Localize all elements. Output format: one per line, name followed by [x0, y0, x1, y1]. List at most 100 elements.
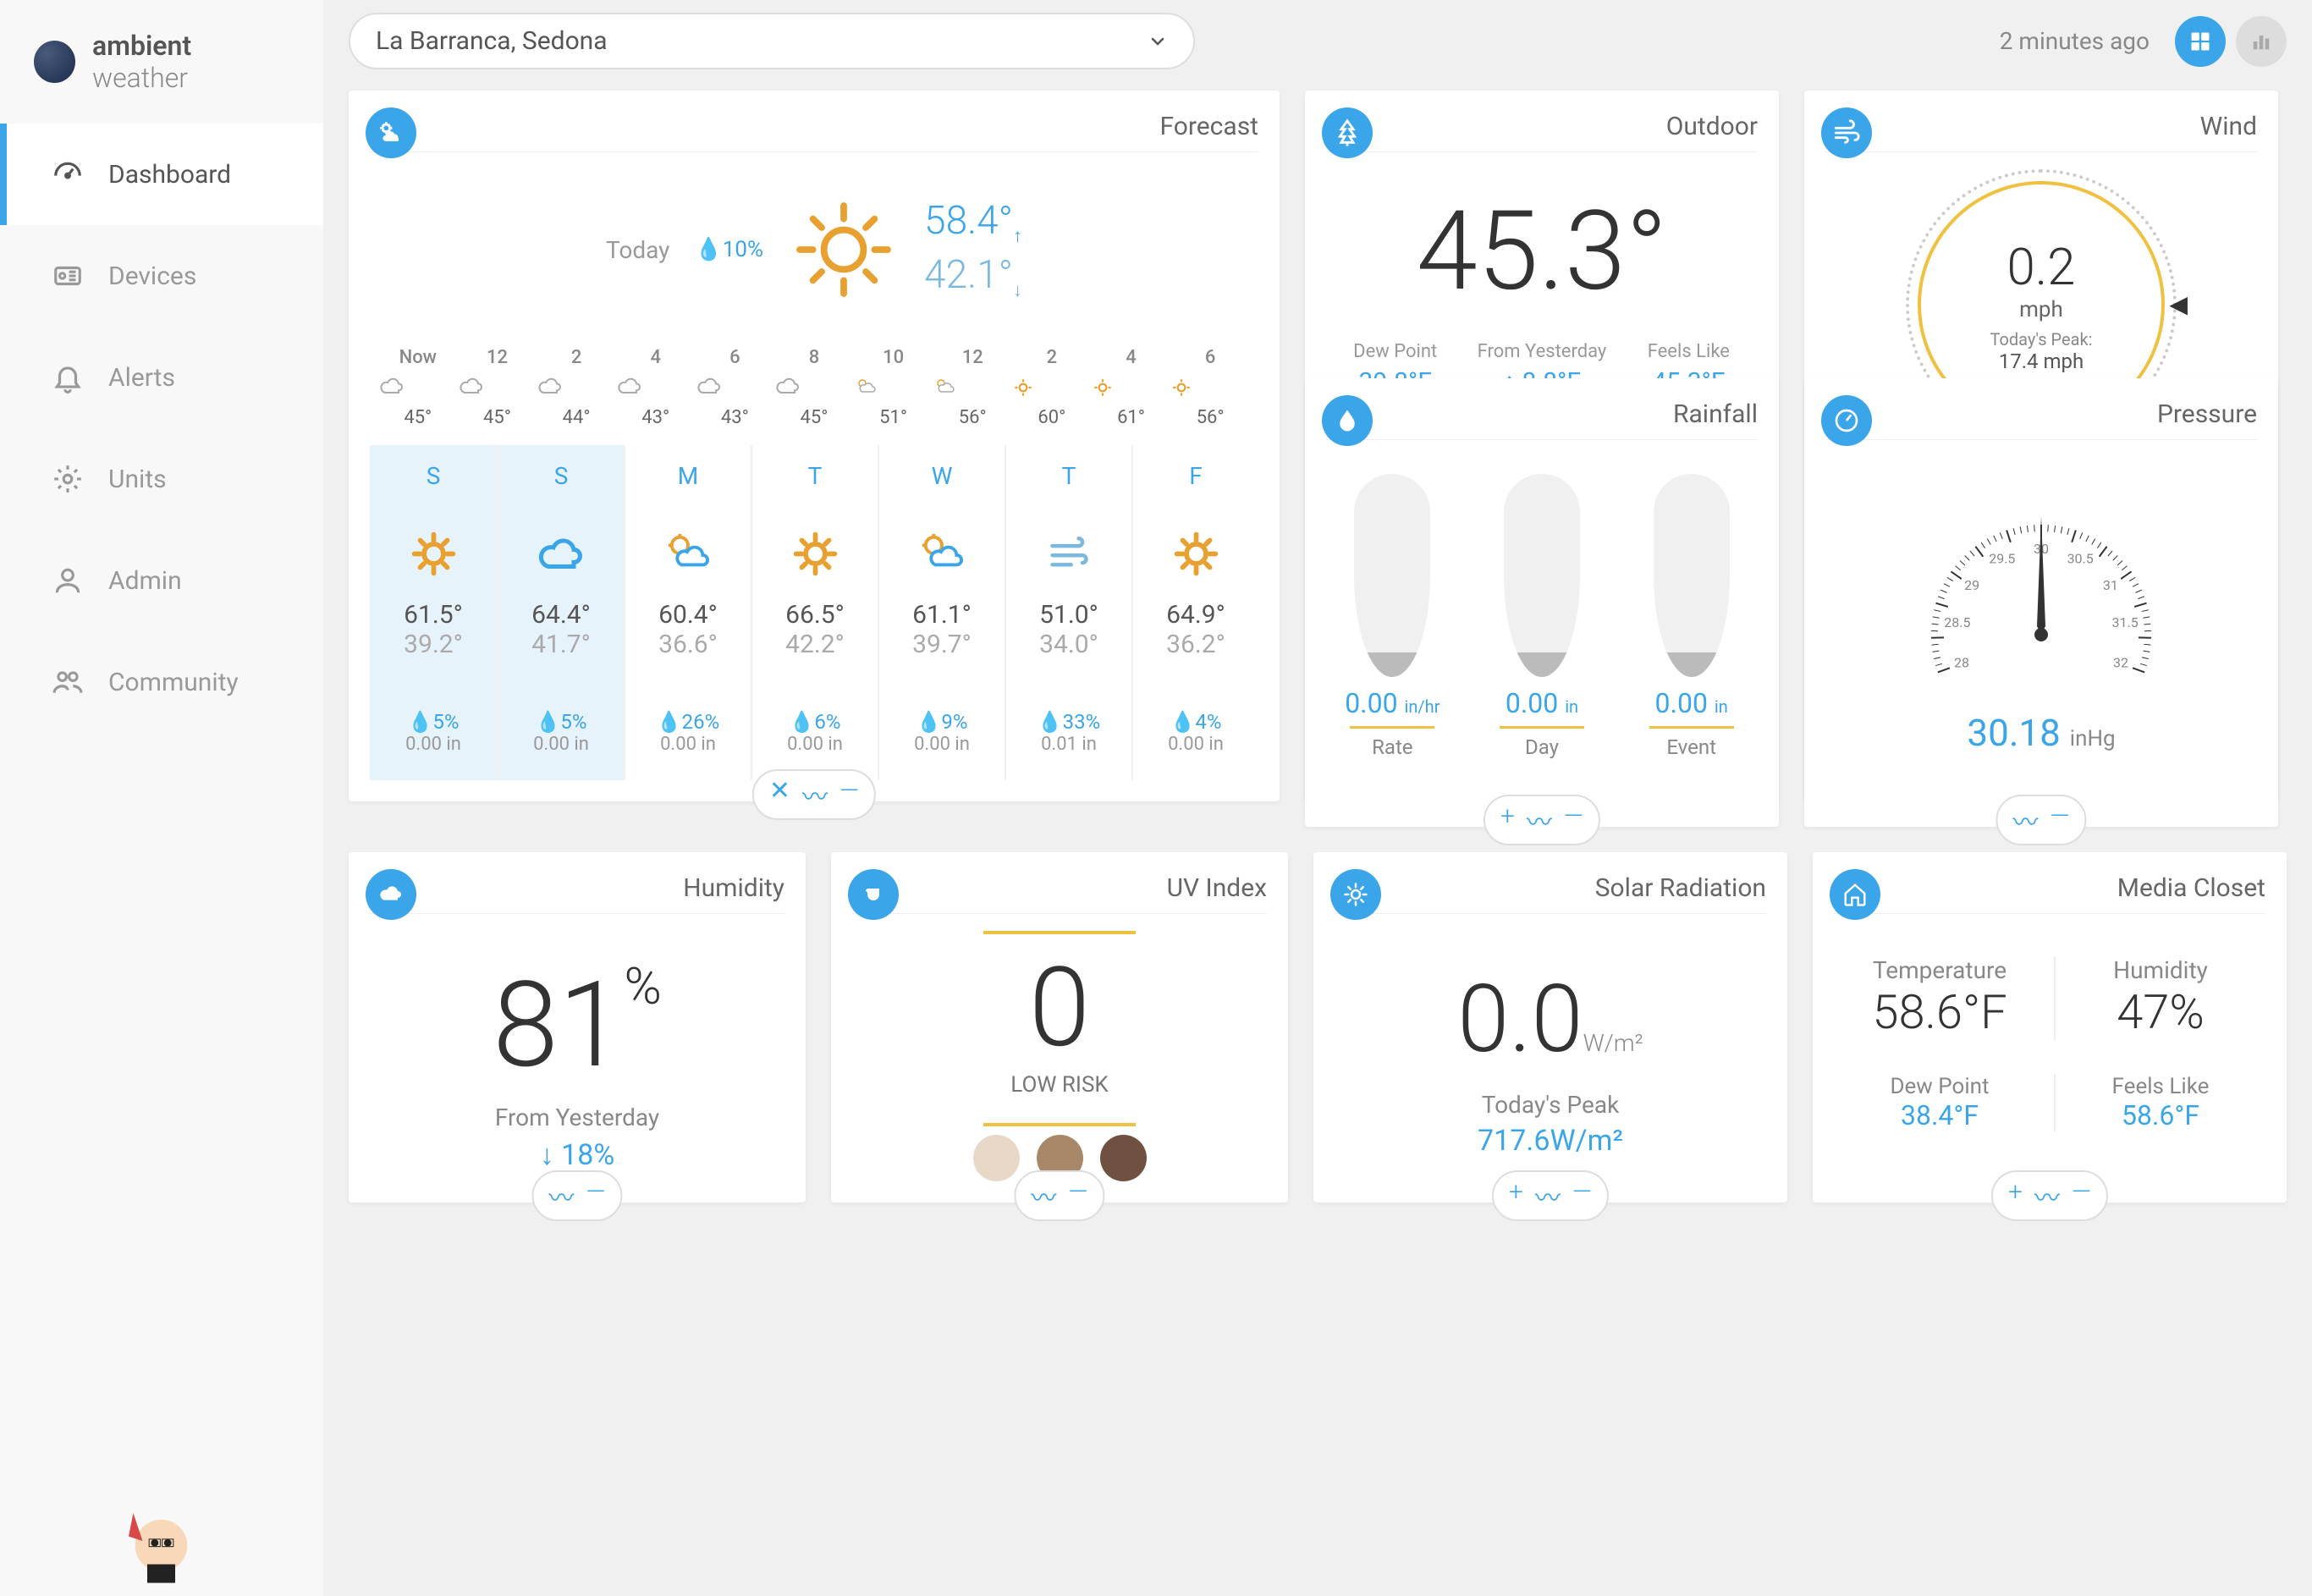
media-closet-card: Media Closet Temperature58.6°F Humidity4… — [1813, 852, 2287, 1203]
logo: ambient weather — [0, 0, 323, 124]
logo-icon — [34, 41, 75, 83]
location-value: La Barranca, Sedona — [376, 26, 608, 56]
avatar-icon[interactable] — [110, 1494, 203, 1588]
today-label: Today — [606, 236, 669, 264]
skin-tone-dot[interactable] — [1100, 1135, 1147, 1181]
community-icon — [51, 665, 85, 699]
alerts-icon — [51, 360, 85, 394]
devices-icon — [51, 259, 85, 293]
chart-action[interactable]: 〰 — [548, 1177, 574, 1214]
card-title: Humidity — [370, 873, 784, 903]
minus-action[interactable]: — — [2072, 1177, 2091, 1214]
today-low: 42.1°↓ — [924, 252, 1022, 301]
nav-admin[interactable]: Admin — [0, 530, 323, 631]
droplet-icon — [1322, 395, 1373, 446]
card-actions: ✕ 〰 — — [752, 769, 876, 820]
card-title: Media Closet — [1834, 873, 2265, 903]
forecast-card: Forecast Today 💧10% 58.4°↑ 42.1°↓ Now122… — [349, 91, 1280, 801]
tree-icon — [1322, 107, 1373, 158]
rain-tube — [1354, 474, 1430, 677]
last-updated: 2 minutes ago — [2000, 27, 2150, 55]
minus-action[interactable]: — — [586, 1177, 605, 1214]
pressure-card: Pressure 2828.52929.53030.53131.532 30.1… — [1804, 378, 2278, 827]
nav-community[interactable]: Community — [0, 631, 323, 733]
uv-value: 0 — [852, 943, 1267, 1072]
units-icon — [51, 462, 85, 496]
humidity-change: ↓ 18% — [370, 1138, 784, 1172]
daily-item[interactable]: W61.1°39.7°💧9%0.00 in — [878, 445, 1005, 780]
wind-speed: 0.2 — [2007, 237, 2076, 297]
outdoor-temp: 45.3° — [1326, 169, 1758, 341]
skin-tone-dot[interactable] — [973, 1135, 1020, 1181]
card-title: Pressure — [1825, 399, 2257, 429]
svg-text:29: 29 — [1964, 577, 1979, 593]
mc-dew: 38.4°F — [1834, 1099, 2045, 1131]
topbar: La Barranca, Sedona 2 minutes ago — [349, 0, 2287, 91]
chevron-down-icon — [1148, 31, 1168, 52]
minus-action[interactable]: — — [839, 776, 859, 813]
sun-icon — [1330, 869, 1381, 920]
daily-item[interactable]: T66.5°42.2°💧6%0.00 in — [751, 445, 878, 780]
wind-peak: 17.4 mph — [1999, 349, 2084, 373]
gauge-icon — [1821, 395, 1872, 446]
plus-action[interactable]: + — [2008, 1177, 2023, 1214]
svg-text:29.5: 29.5 — [1989, 551, 2015, 567]
grid-view-button[interactable] — [2175, 16, 2226, 67]
card-title: Solar Radiation — [1335, 873, 1766, 903]
daily-item[interactable]: F64.9°36.2°💧4%0.00 in — [1131, 445, 1258, 780]
solar-card: Solar Radiation 0.0W/m² Today's Peak 717… — [1313, 852, 1787, 1203]
svg-text:28: 28 — [1954, 654, 1969, 670]
chart-action[interactable]: 〰 — [2034, 1177, 2060, 1214]
admin-icon — [51, 564, 85, 597]
home-icon — [1830, 869, 1880, 920]
card-title: Wind — [1825, 112, 2257, 141]
nav-dashboard[interactable]: Dashboard — [0, 124, 323, 225]
svg-text:28.5: 28.5 — [1944, 614, 1970, 630]
daily-forecast: S61.5°39.2°💧5%0.00 inS64.4°41.7°💧5%0.00 … — [370, 445, 1258, 780]
chart-action[interactable]: 〰 — [2012, 801, 2038, 839]
svg-text:31.5: 31.5 — [2112, 614, 2139, 630]
svg-text:31: 31 — [2103, 577, 2118, 593]
minus-action[interactable]: — — [1564, 801, 1583, 839]
cloud-icon — [366, 869, 416, 920]
plus-action[interactable]: + — [1509, 1177, 1523, 1214]
nav-units[interactable]: Units — [0, 428, 323, 530]
sun-icon — [789, 195, 899, 305]
rainfall-card: Rainfall 0.00 in/hrRate0.00 inDay0.00 in… — [1305, 378, 1779, 827]
plus-action[interactable]: + — [1500, 801, 1515, 839]
chart-action[interactable]: 〰 — [1527, 801, 1552, 839]
chart-action[interactable]: 〰 — [802, 776, 828, 813]
daily-item[interactable]: T51.0°34.0°💧33%0.01 in — [1005, 445, 1131, 780]
hourly-forecast: Now122468101224645°45°44°43°43°45°51°56°… — [370, 330, 1258, 445]
uv-card: UV Index 0 LOW RISK 〰— — [831, 852, 1288, 1203]
svg-text:32: 32 — [2113, 654, 2128, 670]
daily-item[interactable]: S61.5°39.2°💧5%0.00 in — [370, 445, 497, 780]
location-select[interactable]: La Barranca, Sedona — [349, 13, 1195, 69]
humidity-value: 81% — [370, 931, 784, 1103]
minus-action[interactable]: — — [1068, 1177, 1087, 1214]
dashboard-icon — [51, 157, 85, 191]
minus-action[interactable]: — — [2050, 801, 2069, 839]
daily-item[interactable]: S64.4°41.7°💧5%0.00 in — [497, 445, 624, 780]
today-high: 58.4°↑ — [924, 198, 1022, 247]
daily-item[interactable]: M60.4°36.6°💧26%0.00 in — [624, 445, 751, 780]
chart-action[interactable]: 〰 — [1535, 1177, 1561, 1214]
hand-icon — [848, 869, 899, 920]
chart-action[interactable]: 〰 — [1031, 1177, 1056, 1214]
humidity-card: Humidity 81% From Yesterday ↓ 18% 〰— — [349, 852, 806, 1203]
uv-risk: LOW RISK — [852, 1072, 1267, 1098]
mc-temp: 58.6°F — [1834, 984, 2045, 1040]
close-action[interactable]: ✕ — [769, 776, 790, 813]
svg-text:30.5: 30.5 — [2067, 551, 2094, 567]
pressure-value: 30.18 inHg — [1825, 711, 2257, 755]
forecast-icon — [366, 107, 416, 158]
minus-action[interactable]: — — [1572, 1177, 1592, 1214]
rain-tube — [1654, 474, 1730, 677]
solar-peak: 717.6W/m² — [1335, 1124, 1766, 1158]
chart-view-button[interactable] — [2236, 16, 2287, 67]
wind-direction-arrow: ◄ — [2163, 287, 2194, 322]
mc-humidity: 47% — [2056, 984, 2265, 1040]
solar-value: 0.0W/m² — [1335, 931, 1766, 1074]
nav-devices[interactable]: Devices — [0, 225, 323, 327]
nav-alerts[interactable]: Alerts — [0, 327, 323, 428]
